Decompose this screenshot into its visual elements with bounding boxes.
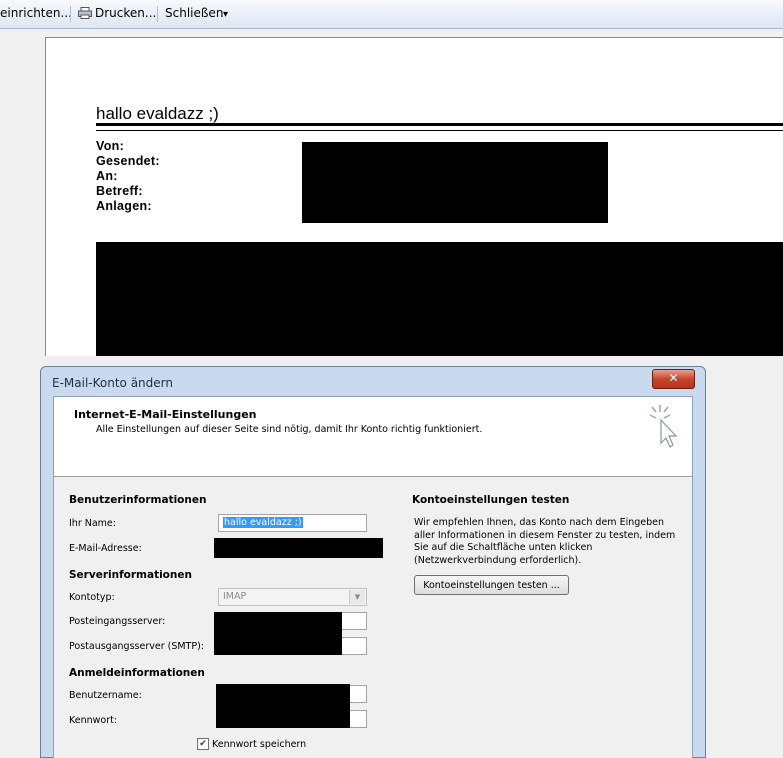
close-icon[interactable]: ✕ [652,369,695,389]
name-label: Ihr Name: [69,518,116,529]
save-password-label: Kennwort speichern [212,739,307,750]
header-label-an: An: [96,169,118,183]
account-type-value: IMAP [223,591,247,602]
header-label-anlagen: Anlagen: [96,199,152,213]
account-type-select: IMAP ▼ [218,588,367,606]
page-setup-button[interactable]: einrichten... [0,6,72,20]
printer-icon [78,7,92,19]
redacted-header-values [302,142,608,223]
account-type-label: Kontotyp: [69,592,115,603]
header-label-gesendet: Gesendet: [96,154,160,168]
chevron-down-icon: ▼ [349,590,365,604]
outgoing-server-label: Postausgangsserver (SMTP): [69,641,204,652]
header-label-betreff: Betreff: [96,184,143,198]
section-login-info: Anmeldeinformationen [69,667,205,679]
email-label: E-Mail-Adresse: [69,543,142,554]
toolbar-separator [157,6,158,22]
save-password-checkbox[interactable]: ✔ [197,738,209,750]
toolbar-overflow-icon[interactable]: ▾ [223,9,228,20]
section-server-info: Serverinformationen [69,569,192,581]
section-user-info: Benutzerinformationen [69,494,207,506]
redacted-mail-body [96,242,783,356]
dialog-heading: Internet-E-Mail-Einstellungen [74,408,257,421]
close-preview-button[interactable]: Schließen [165,6,223,20]
section-test-settings: Kontoeinstellungen testen [412,494,570,506]
incoming-server-label: Posteingangsserver: [69,616,166,627]
wizard-cursor-icon [646,403,682,457]
password-label: Kennwort: [69,715,118,726]
test-account-settings-button[interactable]: Kontoeinstellungen testen ... [414,575,569,595]
toolbar-separator [70,6,71,22]
print-preview-toolbar: einrichten... Drucken... Schließen ▾ [0,0,783,29]
print-preview-page: hallo evaldazz ;) Von: Gesendet: An: Bet… [45,37,783,356]
username-label: Benutzername: [69,690,142,701]
dialog-title: E-Mail-Konto ändern [52,376,173,390]
dialog-body: Internet-E-Mail-Einstellungen Alle Einst… [53,396,693,758]
mail-subject-heading: hallo evaldazz ;) [96,104,219,123]
name-field[interactable]: hallo evaldazz ;) [218,514,367,532]
test-settings-description: Wir empfehlen Ihnen, das Konto nach dem … [414,517,676,566]
redacted-login-values [216,684,350,728]
heading-rule-thin [96,130,783,131]
print-label: Drucken... [95,6,157,20]
change-email-account-dialog: E-Mail-Konto ändern ✕ Internet-E-Mail-Ei… [40,366,706,758]
print-button[interactable]: Drucken... [78,6,156,20]
redacted-server-values [214,612,342,655]
dialog-subheading: Alle Einstellungen auf dieser Seite sind… [96,424,483,435]
header-label-von: Von: [96,139,125,153]
email-field[interactable] [214,538,383,558]
heading-rule [96,123,783,126]
name-value: hallo evaldazz ;) [223,517,303,528]
dialog-header: Internet-E-Mail-Einstellungen Alle Einst… [54,397,692,477]
